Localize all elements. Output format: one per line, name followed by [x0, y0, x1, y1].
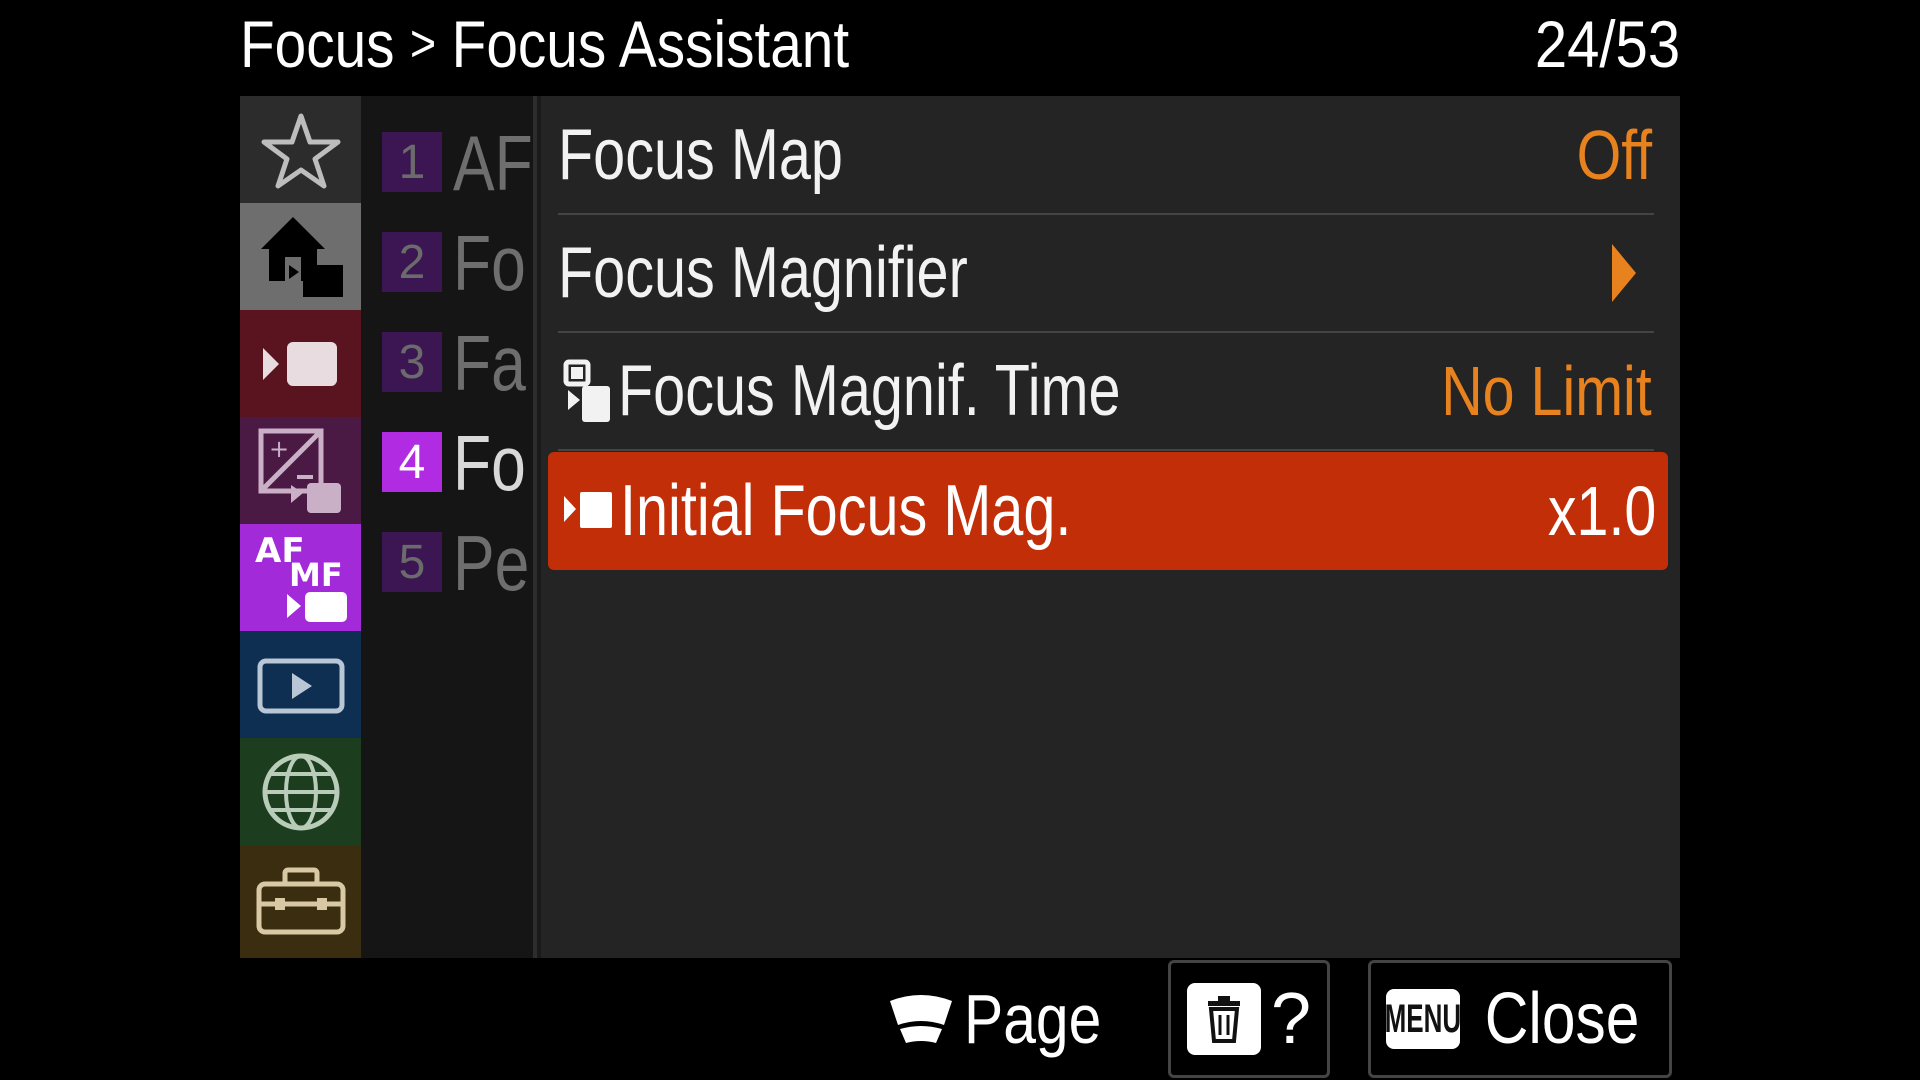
right-arrow-icon: [1612, 243, 1636, 302]
page-number: 1: [382, 132, 442, 192]
category-af-mf[interactable]: AF MF: [240, 524, 361, 631]
exposure-icon: +: [258, 428, 341, 513]
page-item-5[interactable]: 5 Pe: [361, 496, 533, 616]
still-movie-icon: [563, 359, 610, 422]
breadcrumb-separator: >: [410, 15, 437, 73]
category-column: + AF MF: [240, 96, 361, 958]
close-label: Close: [1484, 979, 1640, 1059]
page-label: Pe: [453, 519, 530, 607]
category-playback[interactable]: [240, 631, 361, 738]
page-number: 5: [382, 532, 442, 592]
help-question-mark: ?: [1270, 979, 1312, 1059]
control-wheel-icon: [890, 995, 952, 1043]
camera-menu-screen: Focus > Focus Assistant 24/53 + AF MF 1 …: [0, 0, 1920, 1080]
home-camera-icon: [260, 216, 343, 297]
breadcrumb-subsection: Focus Assistant: [451, 7, 850, 81]
globe-icon: [262, 753, 339, 830]
toolbox-icon: [256, 867, 345, 934]
trash-icon: [1207, 996, 1240, 1043]
page-hint-label: Page: [964, 980, 1102, 1058]
movie-camera-icon: [262, 341, 337, 386]
page-hint: Page: [886, 972, 1127, 1066]
page-number: 4: [382, 432, 442, 492]
menu-item-focus-magnif-time[interactable]: Focus Magnif. Time No Limit: [558, 332, 1654, 451]
star-icon: [261, 113, 340, 188]
menu-item-value: x1.0: [1547, 472, 1656, 550]
close-button[interactable]: MENU Close: [1368, 960, 1672, 1078]
menu-key-label: MENU: [1384, 996, 1462, 1041]
playback-icon: [257, 658, 344, 713]
category-setup[interactable]: [240, 845, 361, 958]
movie-icon: [564, 492, 612, 528]
menu-key: MENU: [1384, 989, 1462, 1049]
breadcrumb-section: Focus: [240, 7, 395, 81]
menu-list: Focus Map Off Focus Magnifier Focus Magn…: [541, 96, 1680, 958]
page-column: 1 AF 2 Fo 3 Fa 4 Fo 5 Pe: [361, 96, 537, 958]
category-network[interactable]: [240, 738, 361, 845]
category-exposure[interactable]: +: [240, 417, 361, 524]
svg-text:MF: MF: [289, 556, 343, 594]
menu-item-value: No Limit: [1441, 351, 1652, 430]
category-my-menu[interactable]: [240, 96, 361, 203]
page-number: 3: [382, 332, 442, 392]
page-number: 2: [382, 232, 442, 292]
menu-item-label: Focus Map: [558, 114, 843, 195]
menu-item-focus-map[interactable]: Focus Map Off: [558, 96, 1654, 215]
breadcrumb: Focus > Focus Assistant: [240, 4, 849, 84]
svg-text:+: +: [269, 435, 289, 463]
menu-panel: + AF MF 1 AF 2 Fo 3 Fa 4 Fo 5 Pe Focus M…: [240, 96, 1680, 958]
menu-item-label: Initial Focus Mag.: [620, 471, 1072, 551]
menu-item-initial-focus-mag[interactable]: Initial Focus Mag. x1.0: [548, 452, 1668, 570]
menu-item-label: Focus Magnifier: [558, 232, 968, 313]
category-shooting[interactable]: [240, 203, 361, 310]
trash-key: [1186, 983, 1261, 1055]
af-mf-icon: AF MF: [255, 531, 347, 622]
menu-item-focus-magnifier[interactable]: Focus Magnifier: [558, 214, 1654, 333]
page-counter: 24/53: [1534, 7, 1680, 81]
help-button[interactable]: ?: [1168, 960, 1330, 1078]
category-movie[interactable]: [240, 310, 361, 417]
menu-item-value: Off: [1576, 115, 1652, 194]
menu-item-label: Focus Magnif. Time: [618, 350, 1121, 431]
